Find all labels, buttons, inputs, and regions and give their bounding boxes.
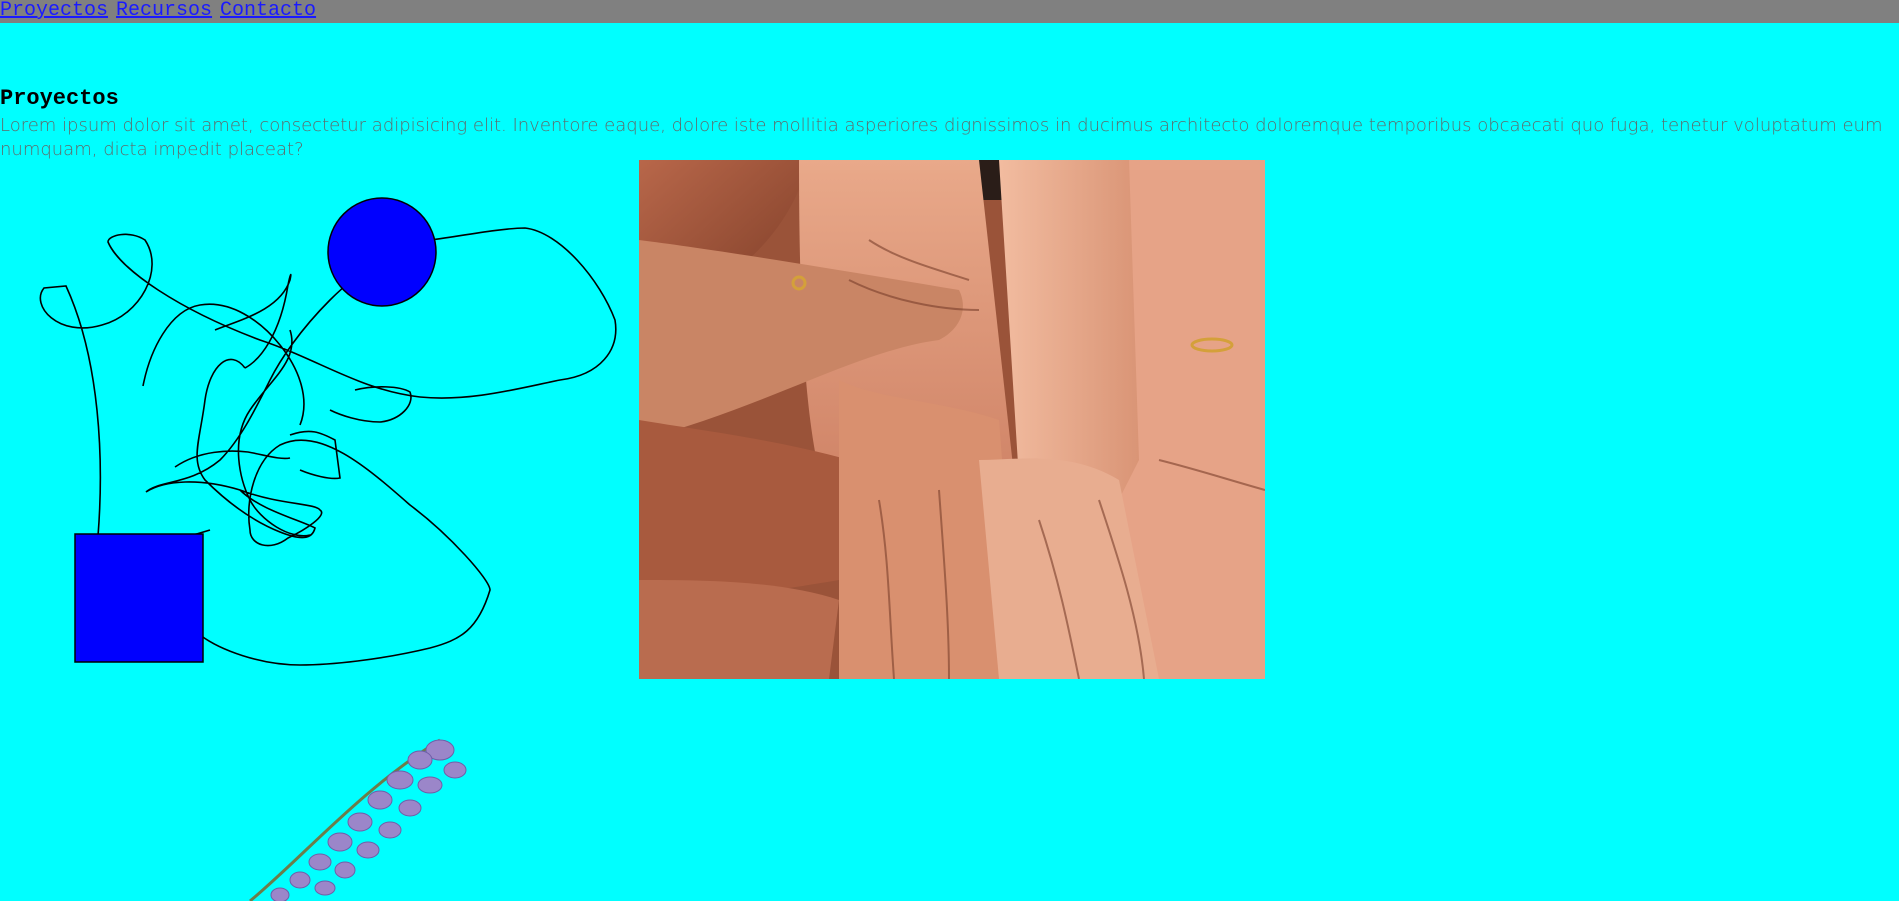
nav-link-proyectos[interactable]: Proyectos [0,0,108,22]
page-title: Proyectos [0,86,119,111]
top-nav: Proyectos Recursos Contacto [0,0,1899,23]
lavender-image [240,730,480,901]
blue-circle [327,197,437,307]
nav-link-recursos[interactable]: Recursos [116,0,212,22]
blue-square [74,533,204,663]
scribble-right-loop [329,386,412,423]
page-description: Lorem ipsum dolor sit amet, consectetur … [0,115,1883,160]
hands-photo [639,160,1265,679]
scribble-loop [214,273,292,369]
nav-link-contacto[interactable]: Contacto [220,0,316,22]
scribble-drawing [39,197,617,666]
